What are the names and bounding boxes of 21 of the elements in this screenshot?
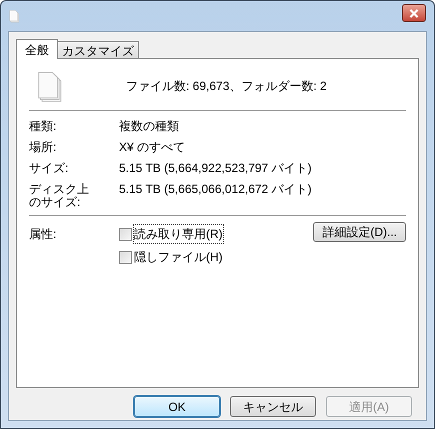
property-value: 5.15 TB (5,664,922,523,797 バイト): [119, 162, 312, 175]
close-button[interactable]: [402, 4, 426, 22]
checkbox[interactable]: [119, 250, 132, 264]
checkbox[interactable]: [119, 228, 132, 240]
dialog-button[interactable]: OK: [134, 396, 220, 417]
property-value: X¥ のすべて: [119, 141, 186, 154]
tab[interactable]: 全般: [16, 39, 58, 59]
close-icon: [409, 8, 419, 18]
property-label: 種類:: [29, 120, 58, 133]
dialog-button[interactable]: キャンセル: [230, 396, 316, 417]
property-label: サイズ:: [29, 162, 70, 175]
attributes-label: 属性:: [29, 226, 58, 243]
property-label: ディスク上のサイズ:: [29, 183, 90, 209]
property-value: 複数の種類: [119, 120, 179, 133]
advanced-button[interactable]: 詳細設定(D)...: [313, 222, 406, 242]
checkbox-label[interactable]: 隠しファイル(H): [134, 248, 223, 266]
property-value: 5.15 TB (5,665,066,012,672 バイト): [119, 183, 312, 198]
summary-text: ファイル数: 69,673、フォルダー数: 2: [126, 78, 327, 94]
tab[interactable]: カスタマイズ: [58, 41, 139, 58]
property-label: 場所:: [29, 141, 58, 154]
checkbox-label[interactable]: 読み取り専用(R): [134, 225, 223, 243]
